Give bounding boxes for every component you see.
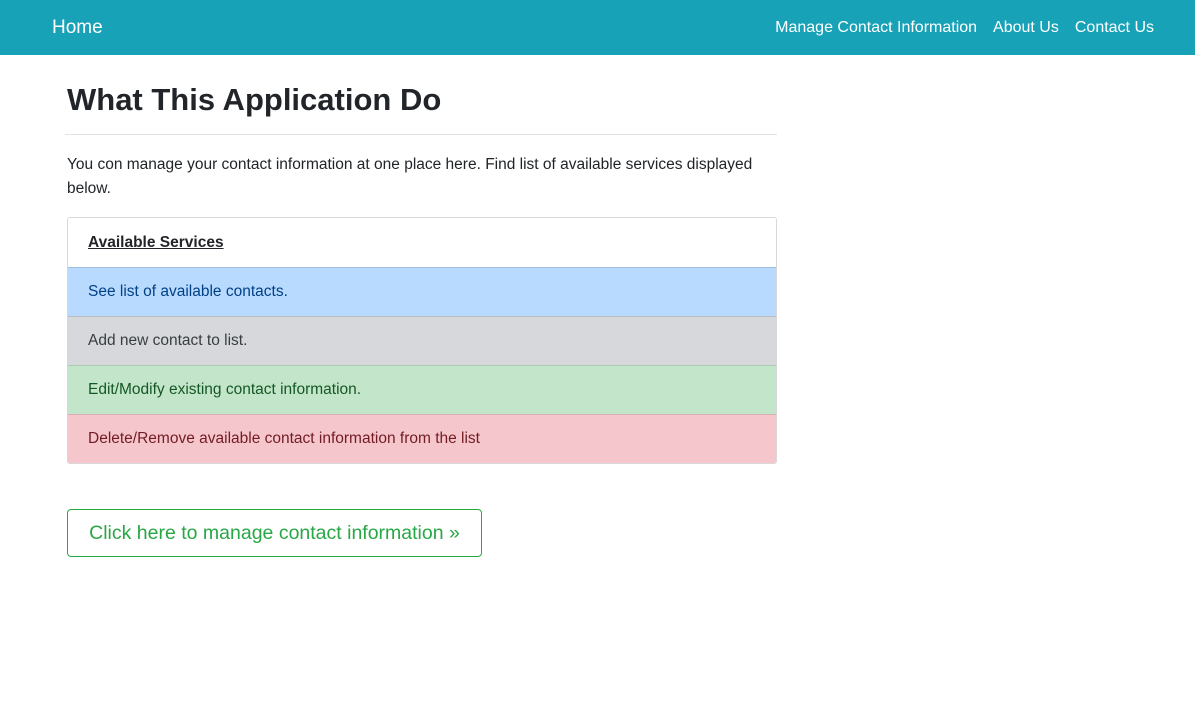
manage-contact-information-button[interactable]: Click here to manage contact information…	[67, 509, 482, 557]
services-list: Available Services See list of available…	[67, 217, 777, 464]
title-divider	[65, 134, 777, 135]
home-link[interactable]: Home	[52, 17, 103, 39]
intro-text: You con manage your contact information …	[67, 156, 753, 197]
page-title: What This Application Do	[67, 82, 442, 117]
service-item-see-contacts: See list of available contacts.	[68, 267, 776, 316]
service-item-delete-contact: Delete/Remove available contact informat…	[68, 414, 776, 463]
nav-links: Manage Contact Information About Us Cont…	[775, 19, 1154, 37]
nav-about-us[interactable]: About Us	[993, 19, 1059, 37]
services-list-header: Available Services	[68, 218, 776, 267]
main-content: What This Application Do You con manage …	[65, 55, 777, 464]
service-item-add-contact: Add new contact to list.	[68, 316, 776, 365]
nav-contact-us[interactable]: Contact Us	[1075, 19, 1154, 37]
top-navbar: Home Manage Contact Information About Us…	[0, 0, 1195, 55]
nav-manage-contact-information[interactable]: Manage Contact Information	[775, 19, 977, 37]
service-item-edit-contact: Edit/Modify existing contact information…	[68, 365, 776, 414]
